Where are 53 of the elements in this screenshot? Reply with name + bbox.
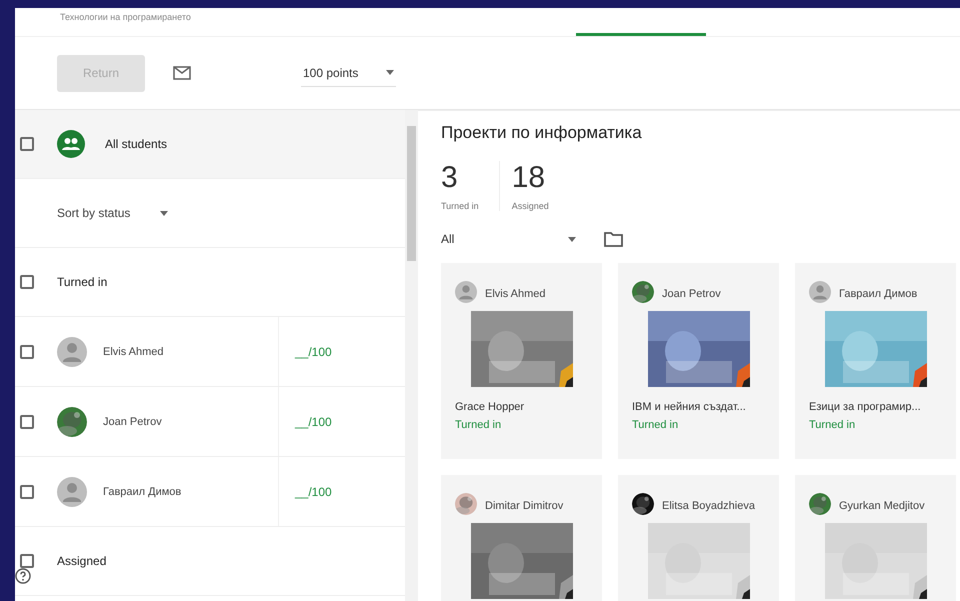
submission-card[interactable]: Elvis Ahmed Grace Hopper Turned in — [441, 263, 602, 459]
avatar-icon — [57, 476, 87, 506]
submission-title: Grace Hopper — [455, 401, 526, 413]
folder-icon[interactable] — [604, 231, 623, 247]
student-name: Joan Petrov — [662, 287, 721, 302]
assignment-title: Проекти по информатика — [441, 123, 643, 143]
submission-status: Turned in — [632, 419, 680, 431]
submission-card[interactable]: Dimitar Dimitrov — [441, 475, 602, 601]
avatar-icon — [57, 336, 87, 366]
student-name: Гавраил Димов — [103, 486, 182, 498]
submission-card[interactable]: Гавраил Димов Езици за програмир... Turned in — [795, 263, 956, 459]
group-icon — [57, 130, 85, 158]
stat-count: 18 — [512, 161, 546, 195]
student-name: Гавраил Димов — [839, 287, 918, 302]
student-name: Joan Petrov — [103, 416, 163, 428]
submission-card[interactable]: Joan Petrov IBM и нейния създат... Turned in — [618, 263, 779, 459]
student-name: Elvis Ahmed — [103, 346, 165, 358]
filter-dropdown[interactable]: All — [441, 232, 576, 246]
submission-status: Turned in — [809, 419, 856, 431]
submission-card[interactable]: Gyurkan Medjitov — [795, 475, 956, 601]
submission-title: Езици за програмир... — [809, 401, 922, 413]
points-dropdown[interactable]: 100 points — [301, 59, 396, 87]
submission-card[interactable]: Elitsa Boyadzhieva — [618, 475, 779, 601]
grade-field[interactable]: __/100 — [295, 414, 332, 428]
stat-count: 3 — [441, 161, 459, 195]
dropdown-caret-icon — [160, 210, 168, 216]
all-students-row[interactable]: All students — [15, 110, 405, 179]
student-name: Gyurkan Medjitov — [839, 499, 925, 514]
avatar-icon — [455, 281, 477, 303]
scrollbar[interactable] — [405, 110, 418, 601]
breadcrumb[interactable]: Технологии на програмирането — [60, 12, 191, 22]
group-label: Assigned — [57, 554, 106, 568]
submission-status: Turned in — [455, 419, 502, 431]
checkbox[interactable] — [20, 275, 34, 289]
grade-field[interactable]: __/100 — [295, 344, 332, 358]
help-icon[interactable] — [15, 568, 31, 584]
submission-title: IBM и нейния създат... — [632, 401, 747, 413]
stat-label: Assigned — [512, 201, 549, 211]
group-label: Turned in — [57, 275, 108, 289]
checkbox[interactable] — [20, 414, 34, 428]
dropdown-caret-icon — [568, 236, 576, 242]
sort-dropdown[interactable]: Sort by status — [57, 206, 168, 220]
student-name: Elitsa Boyadzhieva — [662, 499, 755, 514]
checkbox[interactable] — [20, 137, 34, 151]
student-name: Dimitar Dimitrov — [485, 499, 564, 514]
dropdown-caret-icon — [386, 70, 394, 75]
stat-label: Turned in — [441, 201, 479, 211]
student-name: Elvis Ahmed — [485, 287, 546, 302]
grade-field[interactable]: __/100 — [295, 484, 332, 498]
mail-icon[interactable] — [173, 66, 191, 80]
checkbox[interactable] — [20, 344, 34, 358]
checkbox[interactable] — [20, 484, 34, 498]
avatar-icon — [809, 281, 831, 303]
